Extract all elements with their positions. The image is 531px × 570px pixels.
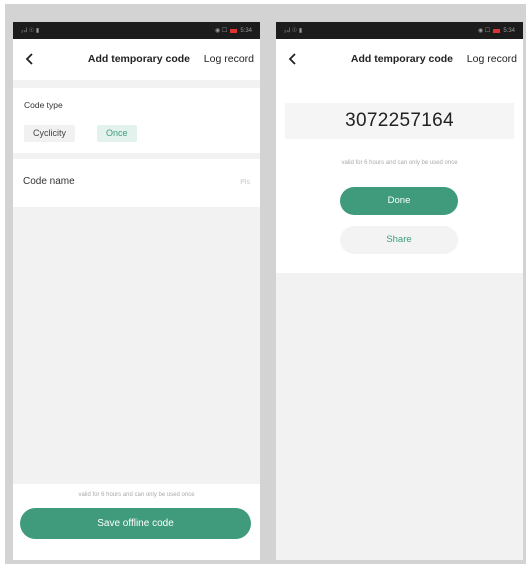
- option-cyclicity[interactable]: Cyclicity: [24, 125, 75, 142]
- status-bar: ₂₄l ☉ ▮ ◉ ☐ 5:34: [13, 22, 260, 39]
- code-result-panel: 3072257164 valid for 6 hours and can onl…: [276, 80, 523, 273]
- share-button[interactable]: Share: [340, 226, 458, 254]
- phone-screen-code-result: ₂₄l ☉ ▮ ◉ ☐ 5:34 Add temporary code Log …: [276, 22, 523, 560]
- phone-screen-add-code: ₂₄l ☉ ▮ ◉ ☐ 5:34 Add temporary code Log …: [13, 22, 260, 560]
- nav-bar: Add temporary code Log record: [276, 39, 523, 80]
- validity-note: valid for 6 hours and can only be used o…: [341, 160, 458, 166]
- log-record-link[interactable]: Log record: [204, 53, 254, 65]
- validity-note: valid for 6 hours and can only be used o…: [78, 492, 195, 498]
- battery-icon: [493, 28, 501, 33]
- back-button[interactable]: [23, 51, 37, 67]
- nav-bar: Add temporary code Log record: [13, 39, 260, 80]
- status-icons: ◉ ☐: [478, 28, 491, 34]
- battery-icon: [230, 28, 238, 33]
- code-name-row: Code name: [13, 159, 260, 207]
- back-button[interactable]: [286, 51, 300, 67]
- code-type-label: Code type: [24, 100, 63, 110]
- save-offline-code-button[interactable]: Save offline code: [20, 508, 251, 539]
- status-time: 5:34: [503, 27, 515, 34]
- signal-icon: ₂₄l ☉ ▮: [284, 28, 303, 34]
- code-type-section: Code type Cyclicity Once: [13, 88, 260, 153]
- log-record-link[interactable]: Log record: [467, 53, 517, 65]
- screenshot-frame: ₂₄l ☉ ▮ ◉ ☐ 5:34 Add temporary code Log …: [5, 4, 526, 564]
- done-button[interactable]: Done: [340, 187, 458, 215]
- chevron-left-icon: [288, 53, 296, 65]
- status-icons: ◉ ☐: [215, 28, 228, 34]
- code-name-input[interactable]: [130, 173, 250, 191]
- status-time: 5:34: [240, 27, 252, 34]
- option-once[interactable]: Once: [97, 125, 137, 142]
- status-bar: ₂₄l ☉ ▮ ◉ ☐ 5:34: [276, 22, 523, 39]
- code-name-label: Code name: [23, 176, 75, 187]
- temporary-code-display: 3072257164: [285, 103, 514, 139]
- page-title: Add temporary code: [87, 53, 190, 65]
- signal-icon: ₂₄l ☉ ▮: [21, 28, 40, 34]
- page-title: Add temporary code: [350, 53, 453, 65]
- bottom-bar: valid for 6 hours and can only be used o…: [13, 484, 260, 560]
- chevron-left-icon: [25, 53, 33, 65]
